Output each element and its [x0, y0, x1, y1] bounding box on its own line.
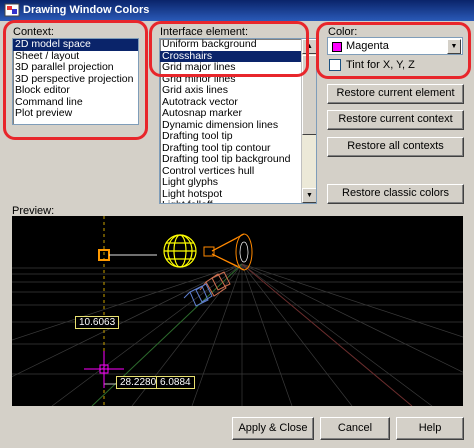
context-list-item[interactable]: Plot preview	[13, 107, 138, 120]
context-list-item[interactable]: 3D parallel projection	[13, 61, 138, 74]
interface-list-item[interactable]: Drafting tool tip background	[160, 153, 301, 166]
restore-classic-colors-button[interactable]: Restore classic colors	[327, 184, 464, 204]
drafting-tooltip-y: 6.0884	[156, 376, 195, 389]
preview-scene	[12, 216, 463, 406]
scroll-down-arrow-icon[interactable]: ▼	[302, 188, 316, 203]
interface-list-item[interactable]: Autosnap marker	[160, 107, 301, 120]
color-dropdown[interactable]: Magenta ▼	[327, 37, 463, 55]
interface-element-list[interactable]: Uniform background Crosshairs Grid major l…	[159, 38, 317, 204]
context-list[interactable]: 2D model space Sheet / layout 3D parallel …	[12, 38, 139, 125]
chevron-down-icon[interactable]: ▼	[447, 39, 461, 54]
light-glyph-icon	[163, 234, 197, 268]
context-label: Context:	[13, 26, 54, 38]
restore-current-element-button[interactable]: Restore current element	[327, 84, 464, 104]
dimension-tooltip: 10.6063	[75, 316, 120, 329]
tint-label[interactable]: Tint for X, Y, Z	[346, 59, 415, 71]
interface-list-item[interactable]: Grid axis lines	[160, 84, 301, 97]
window-title: Drawing Window Colors	[23, 4, 150, 16]
scroll-up-arrow-icon[interactable]: ▲	[302, 39, 316, 54]
cancel-button[interactable]: Cancel	[320, 417, 390, 440]
restore-all-contexts-button[interactable]: Restore all contexts	[327, 137, 464, 157]
interface-list-item[interactable]: Light falloff	[160, 199, 301, 203]
drafting-tooltip-x: 28.2280	[116, 376, 161, 389]
preview-canvas: 10.6063 28.2280 6.0884	[12, 216, 463, 406]
interface-scrollbar[interactable]: ▲ ▼	[301, 39, 316, 203]
apply-close-button[interactable]: Apply & Close	[232, 417, 314, 440]
interface-list-item[interactable]: Light glyphs	[160, 176, 301, 189]
context-list-item[interactable]: 2D model space	[13, 39, 138, 51]
interface-list-item[interactable]: Uniform background	[160, 39, 301, 51]
interface-list-item[interactable]: Drafting tool tip	[160, 130, 301, 143]
context-list-item[interactable]: Block editor	[13, 84, 138, 97]
color-value: Magenta	[346, 40, 389, 52]
color-swatch	[332, 42, 342, 52]
scroll-thumb[interactable]	[302, 55, 316, 135]
interface-element-label: Interface element:	[160, 26, 249, 38]
tint-checkbox[interactable]	[329, 59, 341, 71]
grid-lines	[12, 263, 463, 406]
help-button[interactable]: Help	[396, 417, 464, 440]
light-hotspot-shape	[183, 283, 213, 307]
interface-list-item[interactable]: Grid major lines	[160, 61, 301, 74]
restore-current-context-button[interactable]: Restore current context	[327, 110, 464, 130]
title-bar[interactable]: Drawing Window Colors	[0, 0, 474, 21]
app-icon	[4, 3, 20, 17]
